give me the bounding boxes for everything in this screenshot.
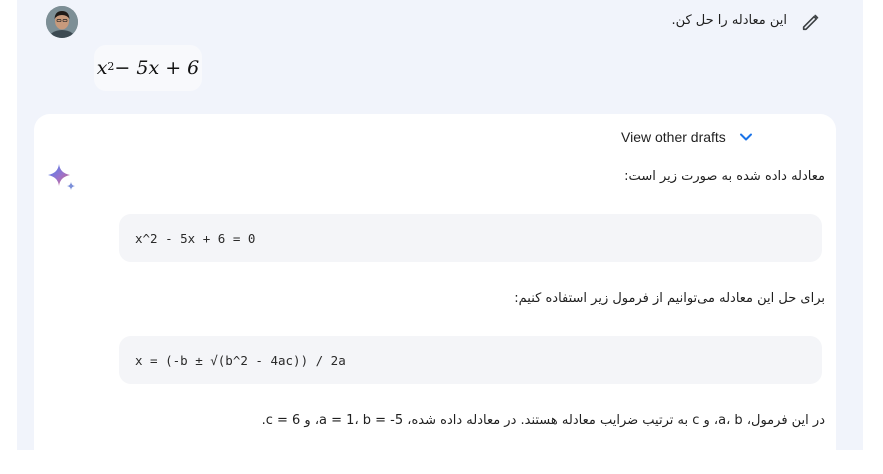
math-base: x [96, 57, 108, 79]
math-expression: x2 − 5x + 6 [94, 45, 202, 91]
coefficients-text: در این فرمول، a، b، و c به ترتیب ضرایب م… [261, 413, 825, 428]
formula-code-block: x = (-b ± √(b^2 - 4ac)) / 2a [119, 336, 822, 384]
formula-intro-text: برای حل این معادله می‌توانیم از فرمول زی… [514, 291, 825, 306]
math-rest: − 5x + 6 [114, 57, 200, 79]
math-exponent: 2 [107, 59, 115, 73]
pencil-icon[interactable] [800, 11, 822, 33]
chevron-down-icon [739, 133, 752, 141]
user-prompt-text: این معادله را حل کن. [671, 13, 787, 28]
view-other-drafts-label: View other drafts [621, 129, 726, 145]
response-intro-text: معادله داده شده به صورت زیر است: [624, 169, 825, 184]
user-avatar[interactable] [46, 6, 78, 38]
equation-code-block: x^2 - 5x + 6 = 0 [119, 214, 822, 262]
sparkle-icon [47, 163, 77, 193]
view-other-drafts-button[interactable]: View other drafts [621, 129, 754, 145]
avatar-portrait [46, 6, 78, 38]
